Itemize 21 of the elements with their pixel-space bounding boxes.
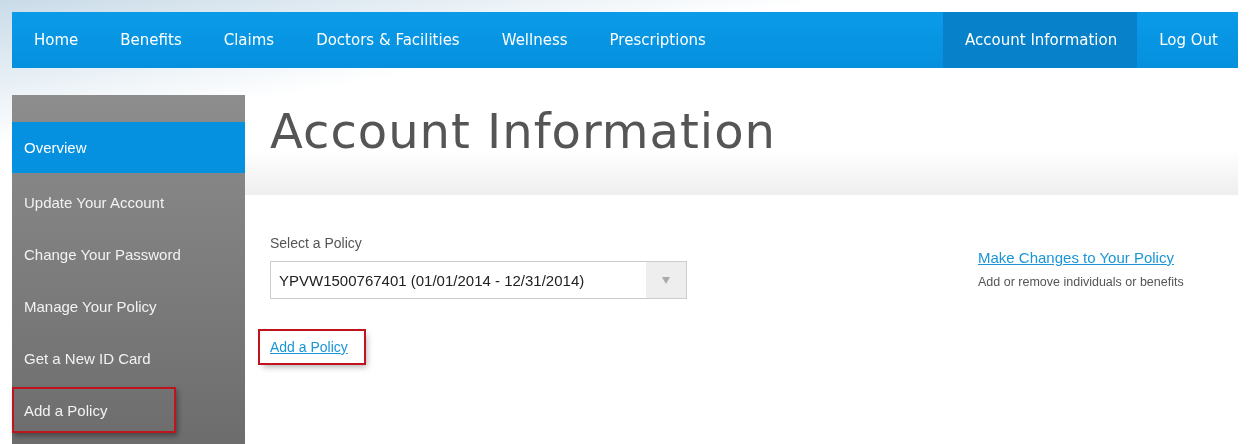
nav-link[interactable]: Prescriptions — [587, 12, 726, 68]
make-changes-link[interactable]: Make Changes to Your Policy — [978, 249, 1174, 266]
nav-link[interactable]: Benefits — [98, 12, 202, 68]
nav-link[interactable]: Log Out — [1137, 12, 1238, 68]
nav-link[interactable]: Doctors & Facilities — [294, 12, 480, 68]
nav-link[interactable]: Home — [12, 12, 99, 68]
nav-link[interactable]: Claims — [201, 12, 295, 68]
sidebar-item[interactable]: Change Your Password — [12, 231, 245, 277]
field-label: Select a Policy — [270, 235, 363, 251]
sidebar-item[interactable]: Add a Policy — [12, 387, 176, 433]
sidebar-item[interactable]: Manage Your Policy — [12, 283, 245, 329]
description-text: Add or remove individuals or benefits — [978, 275, 1185, 289]
nav-link[interactable]: Account Information — [943, 12, 1138, 68]
page-title: Account Information — [270, 103, 776, 159]
policy-dropdown[interactable]: YPVW1500767401 (01/01/2014 - 12/31/2014) — [270, 261, 687, 299]
sidebar-item[interactable]: Get a New ID Card — [12, 335, 245, 381]
add-policy-link[interactable]: Add a Policy — [260, 331, 364, 363]
nav-link[interactable]: Wellness — [479, 12, 588, 68]
sidebar-item[interactable]: Update Your Account — [12, 179, 245, 225]
sidebar-item[interactable]: Overview — [12, 122, 245, 173]
caret-icon — [662, 276, 670, 284]
